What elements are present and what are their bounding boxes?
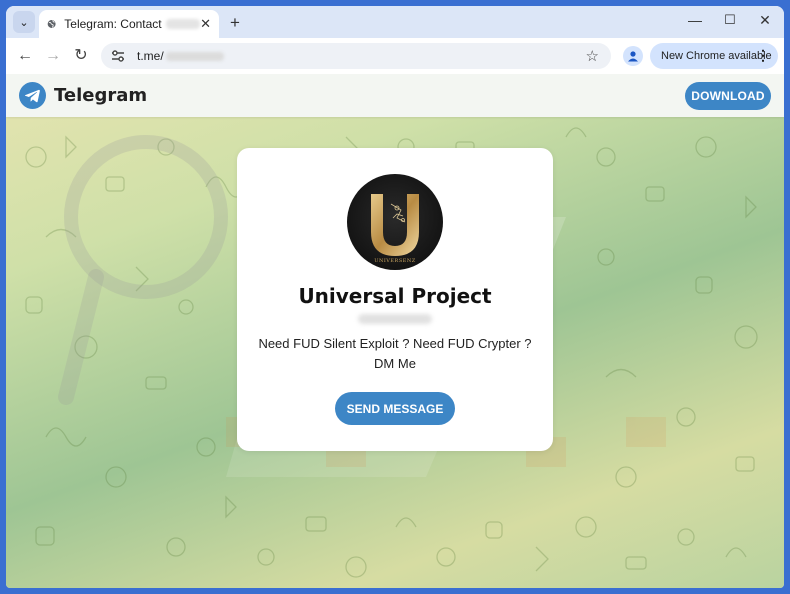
browser-toolbar: ← → ↻ t.me/ ☆ New Chrome available ⋮ [6,38,784,74]
new-tab-icon[interactable]: + [230,13,240,33]
back-icon[interactable]: ← [15,46,35,66]
profile-icon[interactable] [623,46,643,66]
page-content: Telegram DOWNLOAD UNIVERSENZ Universal P… [6,74,784,588]
channel-handle-redacted [358,314,432,324]
channel-avatar: UNIVERSENZ [347,174,443,270]
telegram-brand[interactable]: Telegram [54,85,147,106]
channel-name: Universal Project [298,284,492,308]
universenz-logo-icon [371,194,419,256]
person-icon [628,51,638,62]
chevron-down-icon: ⌄ [19,16,29,29]
reload-icon[interactable]: ↻ [71,46,91,66]
channel-card: UNIVERSENZ Universal Project Need FUD Si… [237,148,553,451]
bookmark-star-icon[interactable]: ☆ [586,47,599,65]
telegram-header: Telegram DOWNLOAD [6,74,784,117]
minimize-icon[interactable]: — [685,12,705,28]
send-message-button[interactable]: SEND MESSAGE [335,392,455,425]
url-redacted [165,51,224,61]
new-chrome-available-button[interactable]: New Chrome available ⋮ [650,43,778,69]
tab-title: Telegram: Contact [64,17,162,31]
forward-icon[interactable]: → [43,46,63,66]
channel-description: Need FUD Silent Exploit ? Need FUD Crypt… [258,336,532,371]
tab-strip: ⌄ Telegram: Contact ✕ + — ☐ ✕ [6,6,784,38]
browser-window: ⌄ Telegram: Contact ✕ + — ☐ ✕ ← → ↻ t.me… [6,6,784,588]
tab-telegram[interactable]: Telegram: Contact ✕ [39,10,219,38]
maximize-icon[interactable]: ☐ [720,12,740,28]
close-window-icon[interactable]: ✕ [755,12,775,29]
telegram-logo-icon[interactable] [19,82,46,109]
tab-title-redacted [165,19,201,29]
avatar-text: UNIVERSENZ [374,258,416,264]
tab-search-button[interactable]: ⌄ [13,11,35,33]
site-settings-icon[interactable] [111,50,125,62]
url-text: t.me/ [137,49,164,63]
globe-icon [47,20,56,28]
more-menu-icon[interactable]: ⋮ [756,47,770,64]
download-button[interactable]: DOWNLOAD [685,82,771,110]
address-bar[interactable]: t.me/ ☆ [101,43,611,69]
close-tab-icon[interactable]: ✕ [200,16,211,32]
